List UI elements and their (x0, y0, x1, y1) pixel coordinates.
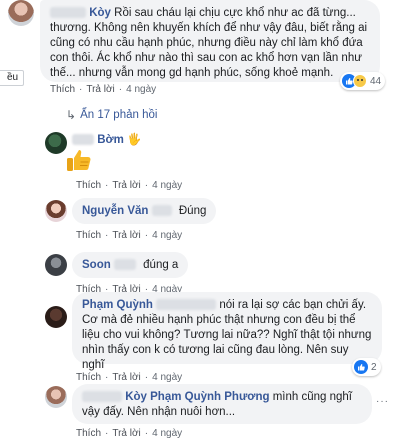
wave-icon: 🖐 (127, 134, 142, 146)
author-name-blurred (156, 299, 217, 311)
reply-link[interactable]: Trả lời (112, 230, 140, 241)
avatar[interactable] (45, 132, 67, 154)
timestamp[interactable]: 4 ngày (152, 180, 182, 191)
hide-replies-label: Ẩn 17 phản hồi (80, 109, 158, 121)
reaction-count: 2 (371, 361, 377, 373)
like-link[interactable]: Thích (50, 84, 75, 95)
comment-actions: Thích · Trả lời · 4 ngày (50, 84, 157, 95)
reply-author[interactable]: Soon (82, 259, 111, 271)
reply-bubble: Soon đúng a (72, 252, 189, 278)
reply-link[interactable]: Trả lời (112, 180, 140, 191)
hide-replies-link[interactable]: ↳ Ẩn 17 phản hồi (66, 108, 157, 122)
reaction-summary[interactable]: 44 (340, 72, 386, 90)
like-icon (354, 360, 368, 374)
like-link[interactable]: Thích (76, 428, 101, 439)
reply-link[interactable]: Trả lời (112, 372, 140, 383)
reply-text: Đúng (178, 205, 207, 217)
thumbs-up-icon (66, 148, 92, 172)
reply-link[interactable]: Trả lời (86, 84, 114, 95)
timestamp[interactable]: 4 ngày (152, 428, 182, 439)
reaction-summary[interactable]: 2 (352, 358, 381, 376)
timestamp[interactable]: 4 ngày (152, 372, 182, 383)
reply-actions: Thích · Trả lời · 4 ngày (76, 372, 183, 383)
reply-author-line: Bờm 🖐 (72, 132, 141, 146)
mention-link[interactable]: Phạm Quỳnh Phương (150, 391, 269, 403)
reaction-count: 44 (370, 75, 382, 87)
reply-actions: Thích · Trả lời · 4 ngày (76, 230, 183, 241)
comment-author[interactable]: Kòy (89, 7, 111, 19)
timestamp[interactable]: 4 ngày (126, 84, 156, 95)
avatar[interactable] (45, 306, 67, 328)
like-link[interactable]: Thích (76, 230, 101, 241)
timestamp[interactable]: 4 ngày (152, 230, 182, 241)
like-link[interactable]: Thích (76, 180, 101, 191)
avatar[interactable] (45, 200, 67, 222)
side-fragment-text: ều (7, 72, 19, 83)
author-name-blurred (72, 134, 94, 146)
reply-text: đúng a (143, 259, 179, 271)
reply-actions: Thích · Trả lời · 4 ngày (76, 180, 183, 191)
reply-bubble: Kòy Phạm Quỳnh Phương mình cũng nghĩ vậy… (72, 384, 372, 424)
author-name-blurred (113, 259, 136, 271)
author-name-blurred (50, 7, 86, 19)
reply-arrow-icon: ↳ (66, 108, 77, 122)
reply-bubble: Nguyễn Văn Đúng (72, 198, 217, 224)
reply-author[interactable]: Nguyễn Văn (82, 205, 148, 217)
sad-icon (353, 74, 367, 88)
reply-author[interactable]: Phạm Quỳnh (82, 299, 153, 311)
reply-actions: Thích · Trả lời · 4 ngày (76, 428, 183, 439)
avatar[interactable] (8, 0, 34, 26)
avatar[interactable] (45, 386, 67, 408)
reply-bubble: Phạm Quỳnh nói ra lại sợ các bạn chửi ấy… (72, 292, 382, 371)
reply-link[interactable]: Trả lời (112, 428, 140, 439)
avatar[interactable] (45, 254, 67, 276)
side-panel-fragment: ều (0, 70, 24, 86)
reply-author[interactable]: Kòy (125, 391, 147, 403)
more-options-icon[interactable]: ··· (376, 396, 389, 407)
like-link[interactable]: Thích (76, 372, 101, 383)
author-name-blurred (151, 205, 172, 217)
reply-author[interactable]: Bờm (97, 134, 124, 146)
author-name-blurred (82, 391, 122, 403)
reply-text-rest: đẻ nhiều hạnh phúc thật nhưng con đều bị… (82, 314, 372, 371)
comment-bubble: Kòy Rồi sau cháu lại chịu cực khổ như ac… (40, 0, 380, 82)
